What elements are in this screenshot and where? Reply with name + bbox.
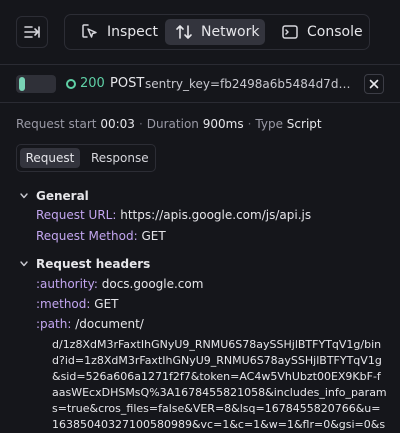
request-row-divider <box>0 102 400 103</box>
tab-console[interactable]: Console <box>277 19 367 45</box>
method-header-key: :method: <box>36 297 91 311</box>
authority-row: :authority: docs.google.com <box>36 277 203 291</box>
toolbar: Inspect Network Console <box>0 0 400 64</box>
status-code: 200 <box>80 76 105 91</box>
request-url-key: Request URL: <box>36 208 117 222</box>
method-header-value: GET <box>94 297 119 311</box>
general-section-title: General <box>36 189 89 203</box>
selected-request-row[interactable]: 200 POST sentry_key=fb2498a6b5484d7d98c5… <box>0 66 400 102</box>
request-url: sentry_key=fb2498a6b5484d7d98c51... <box>145 77 353 91</box>
request-start-label: Request start <box>16 117 97 131</box>
general-section-toggle[interactable]: General <box>20 189 89 203</box>
tab-inspect-label: Inspect <box>107 24 158 40</box>
chevron-down-icon <box>20 193 28 199</box>
request-headers-section-title: Request headers <box>36 257 151 271</box>
close-button[interactable] <box>364 74 384 94</box>
tab-inspect[interactable]: Inspect <box>77 19 169 45</box>
tab-response[interactable]: Response <box>91 148 149 168</box>
request-method-value: GET <box>141 229 166 243</box>
meta-separator: · <box>247 117 252 131</box>
request-headers-section-toggle[interactable]: Request headers <box>20 257 150 271</box>
detail-tabs: Request Response <box>16 144 156 172</box>
request-method: POST <box>110 76 145 91</box>
mode-tabs: Inspect Network Console <box>64 14 370 50</box>
meta-separator: · <box>138 117 143 131</box>
tab-console-label: Console <box>307 24 363 40</box>
toolbar-divider <box>0 64 400 65</box>
tab-request[interactable]: Request <box>20 148 80 168</box>
request-start-value: 00:03 <box>100 117 135 131</box>
terminal-icon <box>282 25 298 39</box>
request-method-row: Request Method: GET <box>36 229 166 243</box>
path-value-first: /document/ <box>75 317 144 331</box>
type-label: Type <box>255 117 283 131</box>
type-value: Script <box>286 117 322 131</box>
status-dot-icon <box>66 79 76 89</box>
chevron-down-icon <box>20 261 28 267</box>
request-meta: Request start 00:03 · Duration 900ms · Type … <box>16 117 322 131</box>
cursor-select-icon <box>82 24 97 38</box>
path-key: :path: <box>36 317 72 331</box>
path-value-continued: d/1z8XdM3rFaxtIhGNyU9_RNMU6S78aySSHjlBTF… <box>52 338 387 431</box>
tab-network-label: Network <box>201 24 260 40</box>
request-url-value: https://apis.google.com/js/api.js <box>120 208 312 222</box>
toggle-knob <box>19 77 25 91</box>
close-icon <box>369 79 379 89</box>
collapse-panel-button[interactable] <box>16 16 48 48</box>
authority-key: :authority: <box>36 277 98 291</box>
collapse-panel-icon <box>24 26 40 38</box>
request-toggle[interactable] <box>16 75 56 93</box>
duration-value: 900ms <box>202 117 244 131</box>
duration-label: Duration <box>146 117 199 131</box>
arrows-up-down-icon <box>176 25 192 39</box>
request-url-row: Request URL: https://apis.google.com/js/… <box>36 208 311 222</box>
request-method-key: Request Method: <box>36 229 138 243</box>
tab-network[interactable]: Network <box>165 19 265 45</box>
method-header-row: :method: GET <box>36 297 118 311</box>
authority-value: docs.google.com <box>101 277 204 291</box>
path-row: :path: /document/ <box>36 317 144 331</box>
